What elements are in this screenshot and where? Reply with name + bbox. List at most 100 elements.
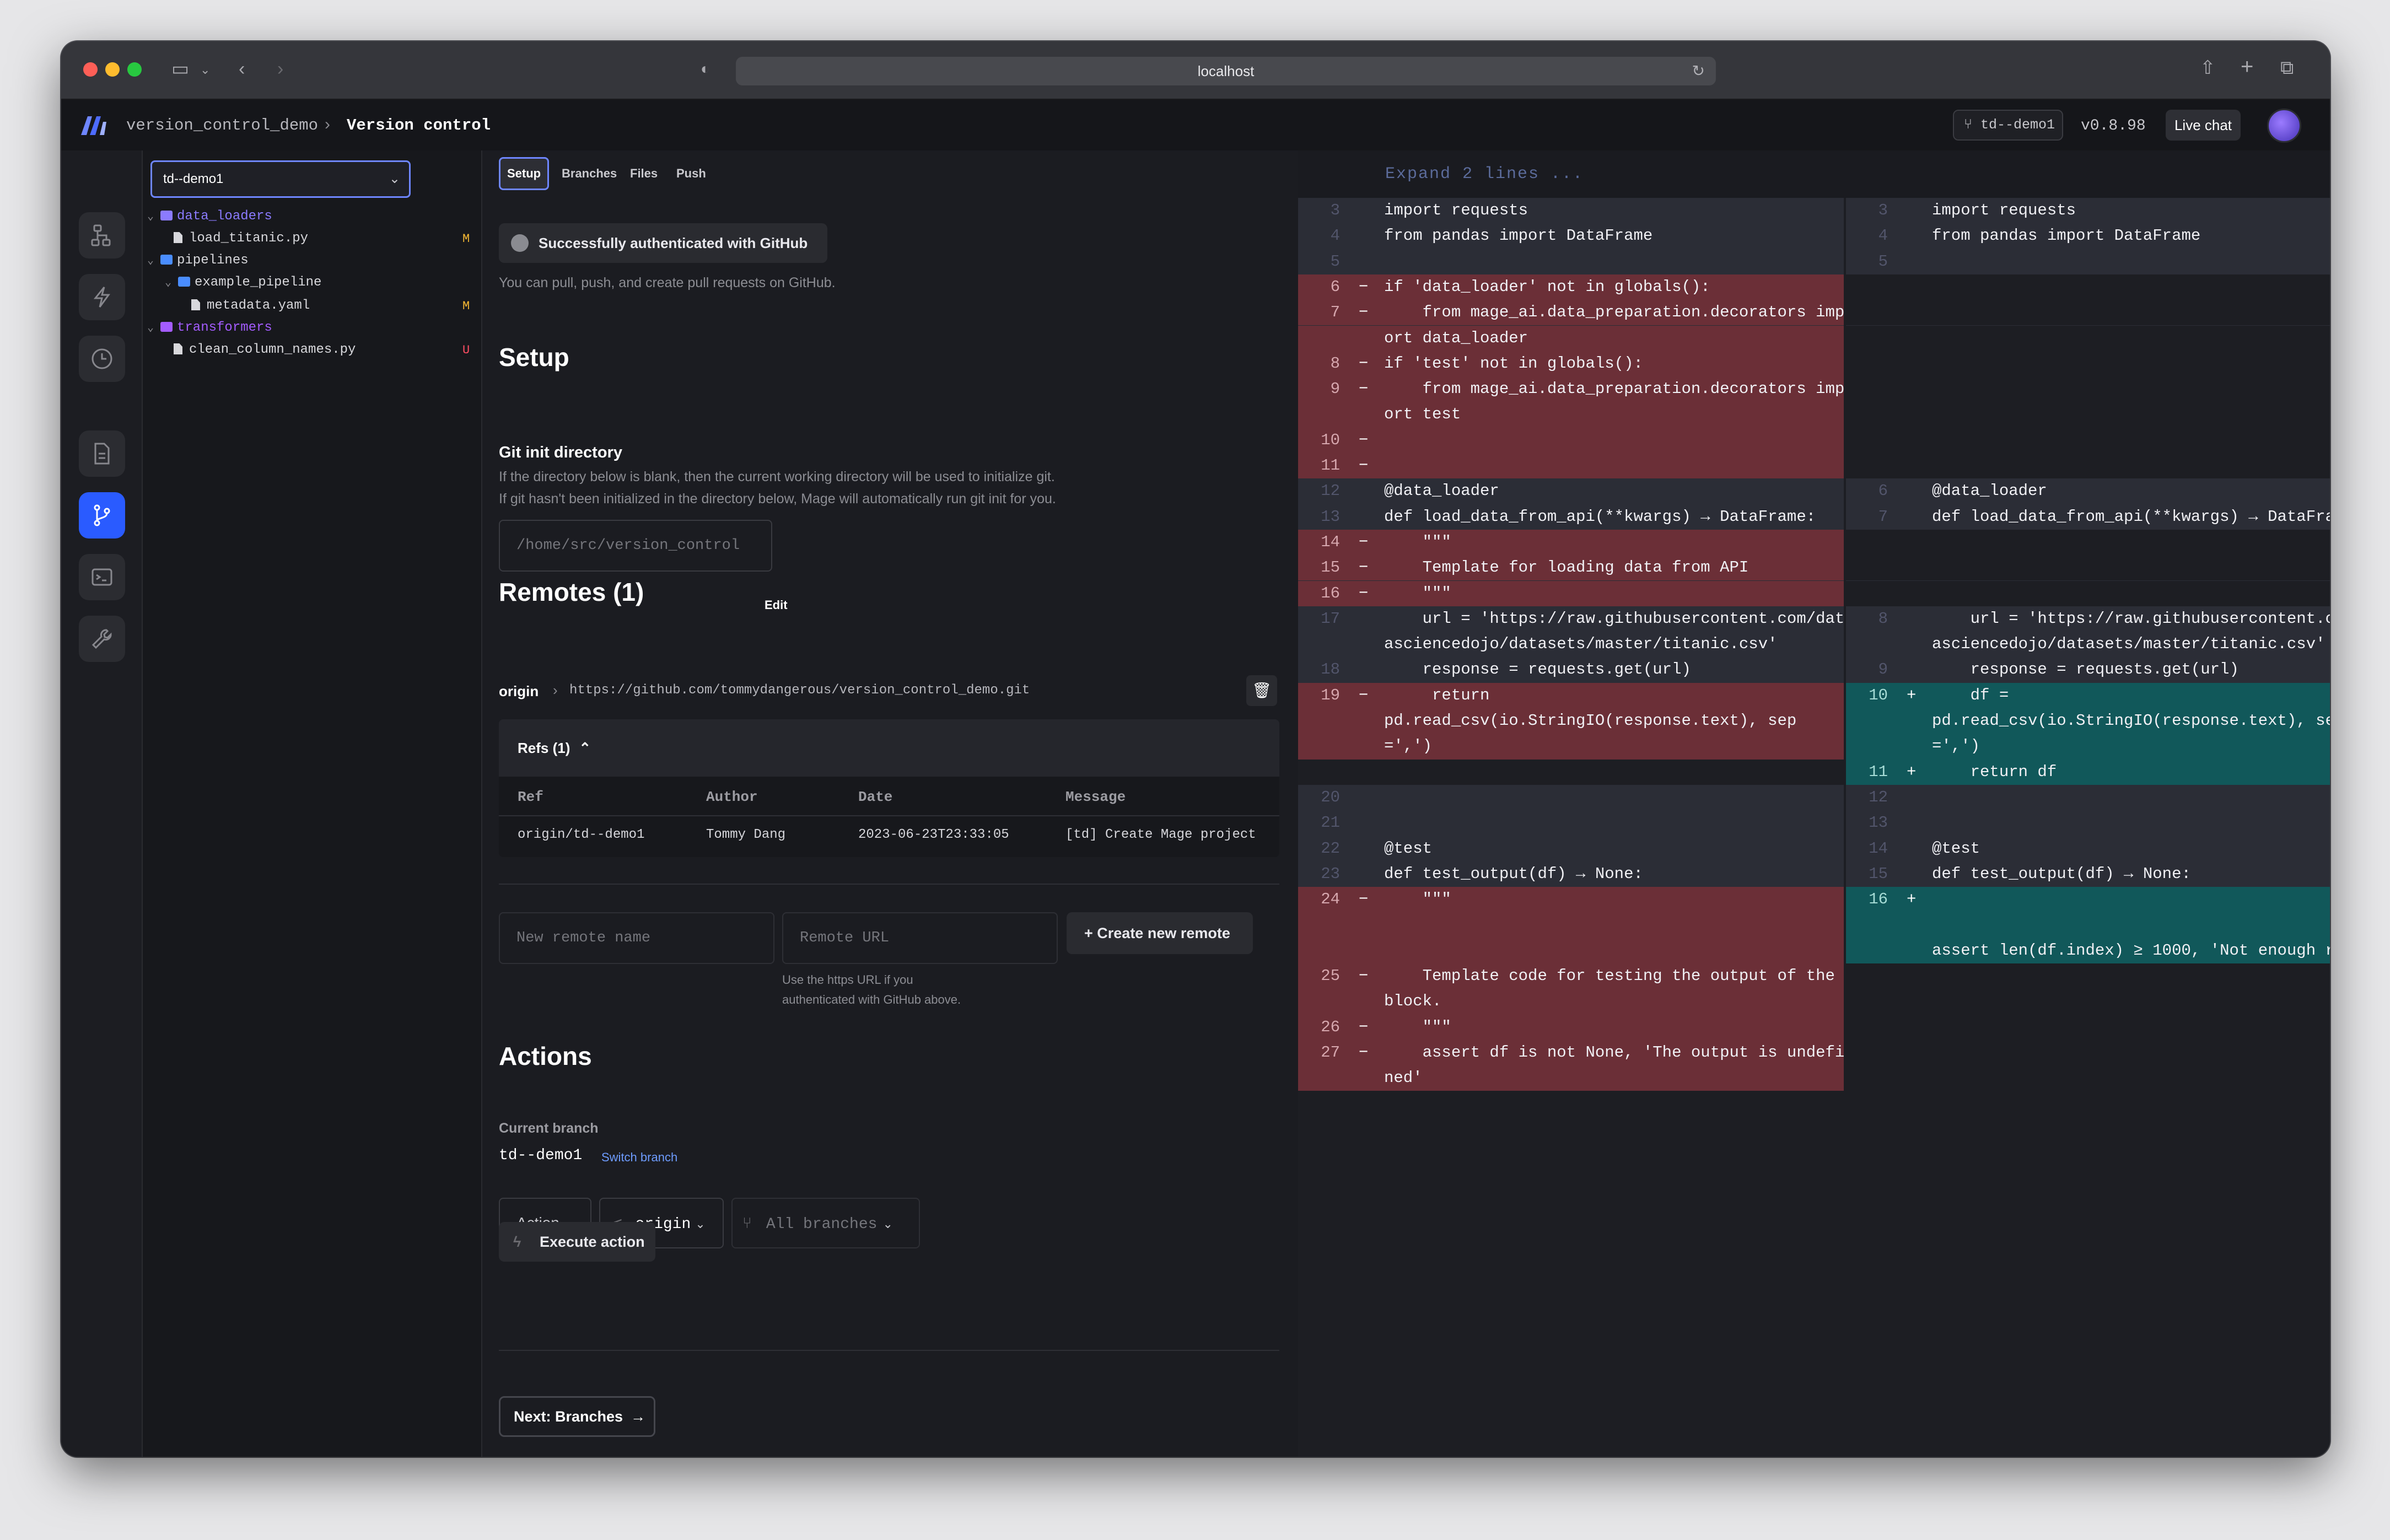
code-text: url = 'https://raw.githubusercontent.com…	[1384, 609, 1845, 628]
project-name[interactable]: version_control_demo	[126, 116, 318, 134]
create-remote-label: Create new remote	[1097, 925, 1230, 941]
tree-file-metadata[interactable]: metadata.yaml	[191, 298, 310, 313]
empty-line	[1846, 1014, 2330, 1040]
code-text: url = 'https://raw.githubusercontent.com…	[1970, 609, 2330, 628]
arrow-right-icon: →	[631, 1408, 646, 1425]
git-directory-input[interactable]: /home/src/version_control	[499, 520, 772, 572]
code-text: =',')	[1384, 737, 1433, 756]
diff-line	[1846, 453, 2330, 479]
settings-nav-button[interactable]	[79, 616, 125, 662]
tree-file-load-titanic[interactable]: load_titanic.py	[174, 231, 308, 246]
code-text: if 'data_loader' not in globals():	[1384, 277, 1710, 296]
line-number: 11	[1869, 762, 1888, 781]
diff-line	[1298, 938, 1844, 963]
modified-status-badge: M	[462, 299, 470, 313]
tab-setup[interactable]: Setup	[499, 157, 550, 190]
close-window-button[interactable]	[83, 62, 98, 77]
github-icon	[511, 234, 529, 252]
tree-folder-pipelines[interactable]: ⌄ pipelines	[147, 253, 249, 268]
sidebar-toggle-icon[interactable]: ▭	[171, 58, 189, 80]
tree-file-clean-column-names[interactable]: clean_column_names.py	[174, 342, 356, 357]
pipelines-nav-button[interactable]	[79, 212, 125, 259]
trash-icon[interactable]: 🗑	[1246, 675, 1277, 706]
empty-line	[1846, 453, 2330, 479]
tree-folder-data-loaders[interactable]: ⌄ data_loaders	[147, 209, 272, 224]
refs-toggle[interactable]: Refs (1) ⌃	[499, 719, 1279, 777]
triggers-nav-button[interactable]	[79, 274, 125, 320]
chevron-down-icon[interactable]: ⌄	[200, 59, 210, 81]
switch-branch-link[interactable]: Switch branch	[601, 1150, 677, 1165]
line-number: 9	[1330, 380, 1340, 399]
diff-line	[1846, 376, 2330, 402]
reload-icon[interactable]: ↻	[1692, 57, 1705, 85]
code-text: """	[1384, 890, 1451, 909]
deletion-highlight	[1298, 325, 1844, 351]
privacy-shield-icon[interactable]: ◐	[701, 58, 710, 80]
next-branches-button[interactable]: Next: Branches →	[499, 1396, 655, 1437]
diff-line: 18 response = requests.get(url)	[1298, 657, 1844, 682]
runs-nav-button[interactable]	[79, 336, 125, 382]
live-chat-button[interactable]: Live chat	[2166, 110, 2241, 141]
code-text: pd.read_csv(io.StringIO(response.text), …	[1932, 712, 2330, 730]
minus-icon: −	[1359, 584, 1369, 602]
diff-line	[1846, 351, 2330, 377]
branch-filter-select[interactable]: ⑂ All branches ⌄	[731, 1198, 920, 1248]
minus-icon: −	[1359, 380, 1369, 399]
line-number: 4	[1878, 227, 1888, 245]
mage-logo-icon[interactable]	[80, 114, 107, 136]
chevron-down-icon: ⌄	[882, 1217, 893, 1231]
chevron-right-icon: ›	[325, 115, 330, 133]
minus-icon: −	[1359, 303, 1369, 322]
branch-select[interactable]: td--demo1 ⌄	[150, 160, 411, 198]
files-nav-button[interactable]	[79, 430, 125, 477]
tab-files[interactable]: Files	[623, 157, 664, 190]
back-icon[interactable]: ‹	[239, 58, 245, 80]
terminal-nav-button[interactable]	[79, 554, 125, 600]
new-remote-name-input[interactable]: New remote name	[499, 912, 774, 964]
diff-line: 9− from mage_ai.data_preparation.decorat…	[1298, 376, 1844, 402]
empty-line	[1846, 1065, 2330, 1091]
diff-line: 14− """	[1298, 529, 1844, 556]
forward-icon[interactable]: ›	[277, 58, 283, 80]
edit-directory-link[interactable]: Edit	[765, 598, 788, 612]
branch-badge[interactable]: ⑂ td--demo1	[1953, 110, 2063, 141]
deletion-highlight	[1298, 427, 1844, 453]
tab-overview-icon[interactable]: ⧉	[2280, 57, 2294, 79]
remote-url-input[interactable]: Remote URL	[782, 912, 1058, 964]
divider	[499, 884, 1279, 885]
diff-line: 9 response = requests.get(url)	[1846, 657, 2330, 682]
diff-line: pd.read_csv(io.StringIO(response.text), …	[1298, 708, 1844, 734]
diff-line: pd.read_csv(io.StringIO(response.text), …	[1846, 708, 2330, 734]
line-number: 16	[1321, 584, 1340, 602]
expand-lines-button[interactable]: Expand 2 lines ...	[1298, 150, 2330, 198]
tree-folder-example-pipeline[interactable]: ⌄ example_pipeline	[165, 275, 321, 290]
version-control-nav-button[interactable]	[79, 492, 125, 539]
diff-line: 7 def load_data_from_api(**kwargs) → Data…	[1846, 504, 2330, 530]
line-number: 12	[1869, 788, 1888, 806]
line-number: 5	[1878, 252, 1888, 271]
plus-icon: +	[1907, 890, 1917, 909]
minus-icon: −	[1359, 1043, 1369, 1062]
minus-icon: −	[1359, 456, 1369, 475]
new-tab-icon[interactable]: +	[2241, 56, 2253, 78]
code-text: Template code for testing the output of …	[1384, 967, 1835, 985]
avatar[interactable]	[2267, 109, 2301, 143]
tab-branches[interactable]: Branches	[555, 157, 623, 190]
line-number: 27	[1321, 1043, 1340, 1062]
code-text: from pandas import DataFrame	[1384, 227, 1653, 245]
execute-action-button[interactable]: ϟ Execute action	[499, 1222, 655, 1262]
line-number: 6	[1878, 482, 1888, 500]
wrench-icon	[91, 629, 112, 649]
tree-folder-transformers[interactable]: ⌄ transformers	[147, 320, 272, 335]
line-number: 7	[1330, 303, 1340, 322]
current-branch-value: td--demo1	[499, 1147, 583, 1164]
diff-pane-original: 3 import requests 4 from pandas import Data…	[1298, 198, 1844, 1091]
line-number: 15	[1321, 558, 1340, 577]
share-icon[interactable]: ⇧	[2200, 57, 2216, 79]
tab-push[interactable]: Push	[670, 157, 713, 190]
zoom-window-button[interactable]	[127, 62, 142, 77]
address-bar[interactable]: localhost ↻	[736, 57, 1716, 85]
minimize-window-button[interactable]	[105, 62, 120, 77]
create-remote-button[interactable]: + Create new remote	[1067, 912, 1253, 954]
table-row-author: Tommy Dang	[706, 827, 786, 842]
